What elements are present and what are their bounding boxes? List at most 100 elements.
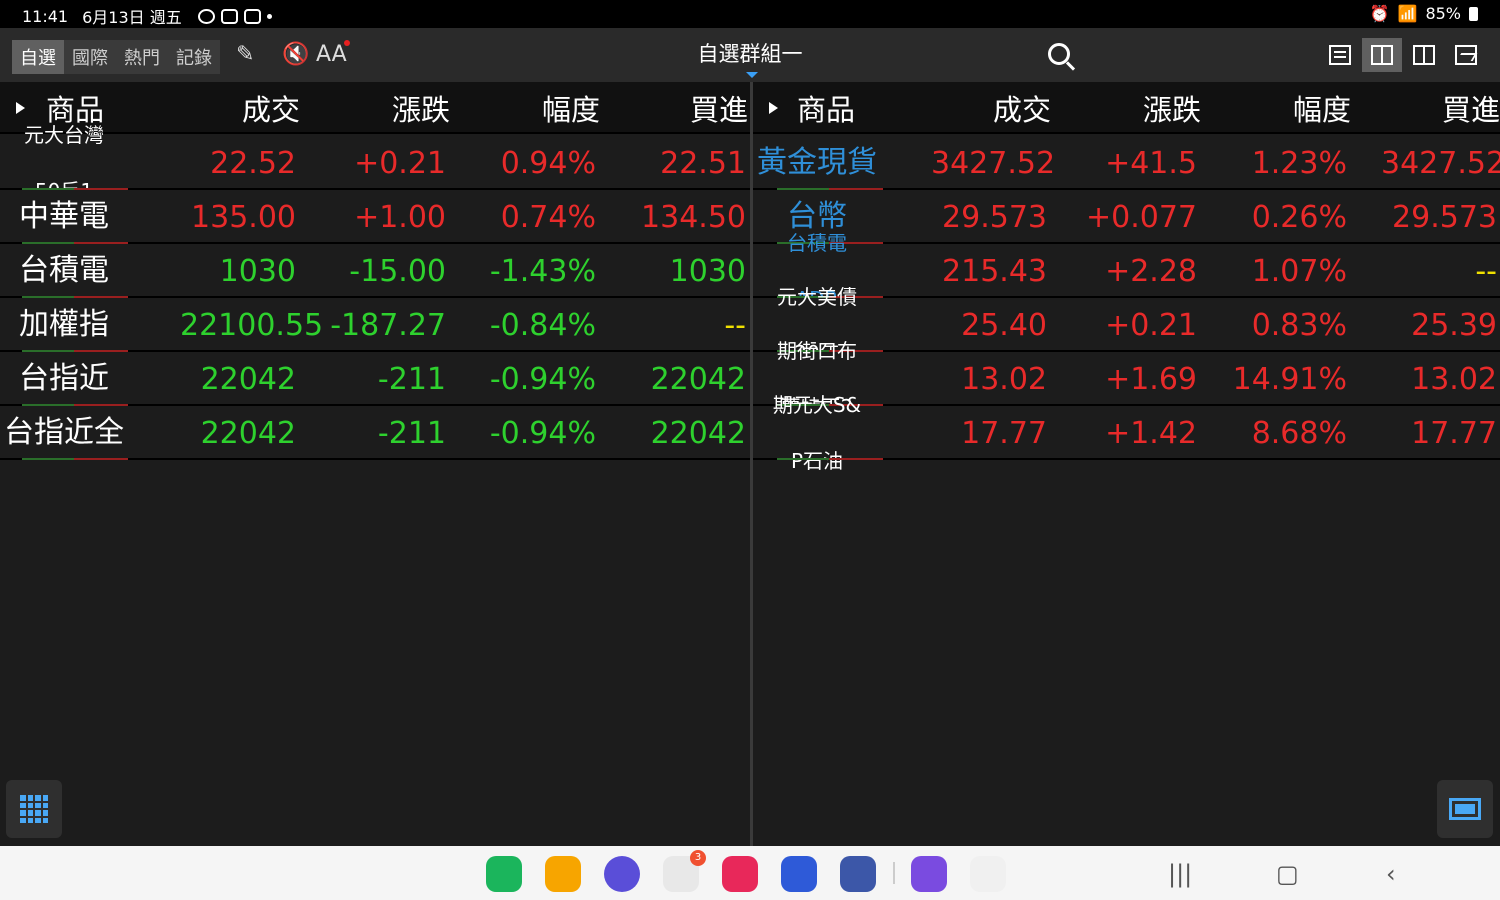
right-quote-panel: 商品 成交 漲跌 幅度 買進 黃金現貨 3427.52 +41.5 1.23% 3427… (753, 82, 1500, 846)
change-value: +1.42 (1105, 416, 1197, 451)
table-row[interactable]: 加權指 22100.55 -187.27 -0.84% -- (0, 298, 750, 352)
notification-badge: 3 (690, 850, 706, 866)
product-name[interactable]: 台指近 (0, 352, 128, 406)
product-name-line: 期元大S& (772, 393, 862, 417)
table-row[interactable]: 台指近 22042 -211 -0.94% 22042 (0, 352, 750, 406)
product-name[interactable]: 台指近全 (0, 406, 128, 460)
youtube-app-icon[interactable] (970, 856, 1006, 892)
price-value: 215.43 (942, 254, 1047, 289)
product-name-line: 元大台灣 (24, 123, 104, 147)
split-layout-icon (1371, 45, 1393, 65)
search-icon[interactable] (1048, 43, 1070, 65)
clock-app-icon[interactable] (604, 856, 640, 892)
chevron-down-icon[interactable] (746, 72, 758, 78)
header-change[interactable]: 漲跌 (1081, 82, 1201, 134)
price-value: 22042 (200, 362, 296, 397)
change-value: +0.21 (354, 146, 446, 181)
fullscreen-button[interactable] (1437, 780, 1493, 838)
expand-triangle-icon[interactable] (769, 102, 778, 114)
table-row[interactable]: 元大台灣50反1 22.52 +0.21 0.94% 22.51 (0, 123, 750, 203)
bid-value: 29.573 (1392, 200, 1497, 235)
layout-split-button[interactable] (1362, 38, 1402, 72)
bid-value: 25.39 (1411, 308, 1497, 343)
change-value: -211 (377, 362, 446, 397)
layout-list-button[interactable] (1320, 38, 1360, 72)
menu-grid-button[interactable] (6, 780, 62, 838)
table-row[interactable]: 期元大S& P石油 17.77 +1.42 8.68% 17.77 (753, 393, 1500, 473)
pct-value: 14.91% (1232, 362, 1347, 397)
price-value: 22100.55 (180, 308, 324, 343)
recent-apps-icon[interactable]: ||| (1168, 860, 1192, 888)
table-row[interactable]: 元大美債20年25.40+0.210.83%25.39 (753, 285, 1500, 365)
product-name[interactable]: 黃金現貨 (753, 136, 881, 190)
tab-international[interactable]: 國際 (64, 40, 116, 74)
more-notifications-icon (266, 13, 272, 19)
product-name-line: 台積電 (19, 253, 109, 288)
battery-level: 85% (1425, 4, 1461, 23)
change-value: +0.21 (1105, 308, 1197, 343)
bid-value: 22.51 (660, 146, 746, 181)
table-row[interactable]: 台幣 29.573 +0.077 0.26% 29.573 (753, 190, 1500, 244)
header-bid[interactable]: 買進 (1381, 82, 1500, 134)
header-price[interactable]: 成交 (931, 82, 1051, 134)
change-value: -15.00 (349, 254, 446, 289)
product-name[interactable]: 加權指 (0, 298, 128, 352)
wifi-icon: 📶 (1397, 4, 1418, 23)
price-value: 1030 (219, 254, 296, 289)
layout-grid-button[interactable] (1404, 38, 1444, 72)
tab-popular[interactable]: 熱門 (116, 40, 168, 74)
app-toolbar: 自選 國際 熱門 記錄 ✎ 🔇 AA 自選群組一 (0, 28, 1500, 82)
product-name-line: 台指近 (19, 361, 109, 396)
price-value: 17.77 (961, 416, 1047, 451)
status-date: 6月13日 週五 (82, 8, 182, 27)
edit-pencil-icon[interactable]: ✎ (236, 42, 254, 67)
layout-chart-button[interactable] (1446, 38, 1486, 72)
dock-separator (893, 862, 895, 884)
header-percent[interactable]: 幅度 (480, 82, 600, 134)
product-name[interactable]: 中華電 (0, 190, 128, 244)
product-name-line: 期街口布 (777, 339, 857, 363)
header-bid[interactable]: 買進 (630, 82, 748, 134)
recent-app-icon[interactable] (911, 856, 947, 892)
price-value: 135.00 (191, 200, 296, 235)
pct-value: 1.23% (1251, 146, 1347, 181)
table-row[interactable]: 黃金現貨 3427.52 +41.5 1.23% 3427.52 (753, 136, 1500, 190)
table-row[interactable]: 台積電ADR215.43+2.281.07%-- (753, 231, 1500, 311)
watchlist-group-title[interactable]: 自選群組一 (650, 38, 850, 68)
mute-icon[interactable]: 🔇 (282, 42, 309, 67)
back-icon[interactable]: ‹ (1386, 860, 1396, 888)
files-app-icon[interactable] (545, 856, 581, 892)
table-header: 商品 成交 漲跌 幅度 買進 (0, 82, 750, 134)
tab-watchlist[interactable]: 自選 (12, 40, 64, 74)
table-row[interactable]: 期街口布蘭特正213.02+1.6914.91%13.02 (753, 339, 1500, 419)
header-percent[interactable]: 幅度 (1231, 82, 1351, 134)
product-name-line: P石油 (790, 449, 844, 473)
bid-value: -- (1475, 254, 1497, 289)
bid-value: 22042 (650, 362, 746, 397)
table-row[interactable]: 台指近全 22042 -211 -0.94% 22042 (0, 406, 750, 460)
tab-history[interactable]: 記錄 (168, 40, 220, 74)
app-drawer-icon[interactable] (840, 856, 876, 892)
price-value: 29.573 (942, 200, 1047, 235)
font-size-button[interactable]: AA (316, 42, 347, 67)
screen-icon (1449, 798, 1481, 820)
product-name-line: 中華電 (19, 199, 109, 234)
product-name-line: 加權指 (19, 307, 109, 342)
product-name[interactable]: 台積電 (0, 244, 128, 298)
bid-value: 1030 (669, 254, 746, 289)
product-name[interactable]: 期元大S& P石油 (753, 393, 881, 473)
category-tabs: 自選 國際 熱門 記錄 (12, 40, 220, 74)
bid-value: 3427.52 (1381, 146, 1500, 181)
phone-app-icon[interactable] (486, 856, 522, 892)
settings-app-icon[interactable] (781, 856, 817, 892)
header-change[interactable]: 漲跌 (330, 82, 450, 134)
header-price[interactable]: 成交 (180, 82, 300, 134)
product-name[interactable]: 元大台灣50反1 (0, 123, 128, 203)
table-row[interactable]: 中華電 135.00 +1.00 0.74% 134.50 (0, 190, 750, 244)
pct-value: 1.07% (1251, 254, 1347, 289)
camera-app-icon[interactable] (722, 856, 758, 892)
table-row[interactable]: 台積電 1030 -15.00 -1.43% 1030 (0, 244, 750, 298)
home-icon[interactable]: ▢ (1276, 860, 1299, 888)
header-product[interactable]: 商品 (797, 82, 855, 134)
pct-value: 0.74% (500, 200, 596, 235)
